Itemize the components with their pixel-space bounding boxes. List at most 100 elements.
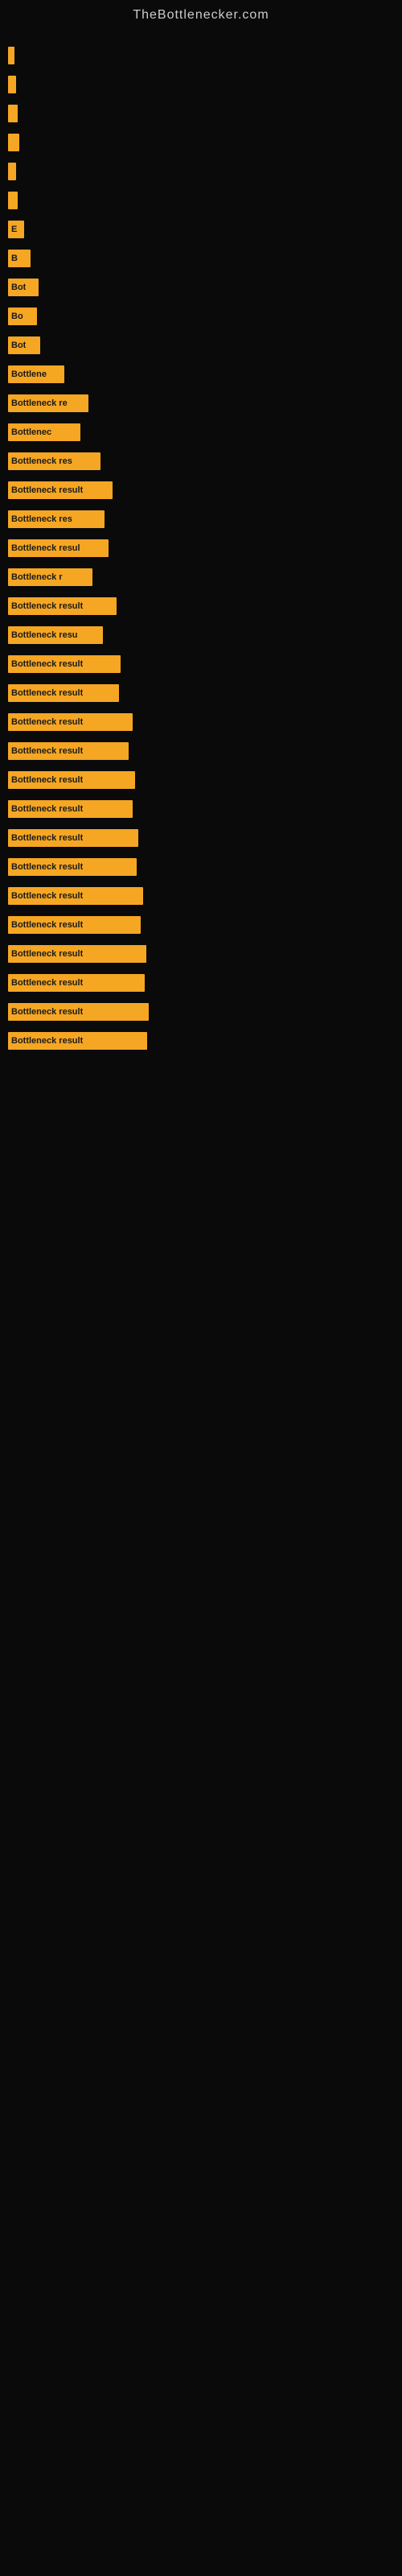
bar-row: Bottleneck res <box>8 506 402 532</box>
bar-row: Bottleneck result <box>8 796 402 822</box>
bar-row: Bottleneck result <box>8 912 402 938</box>
bar: E <box>8 221 24 238</box>
bar-row: Bottleneck result <box>8 941 402 967</box>
bar-row: Bottleneck r <box>8 564 402 590</box>
bar: Bottleneck result <box>8 974 145 992</box>
bar-row: Bottleneck result <box>8 593 402 619</box>
bar: Bottleneck result <box>8 771 135 789</box>
bar-row: Bot <box>8 332 402 358</box>
bar-label: Bottlene <box>11 369 47 379</box>
bar-row: Bottleneck result <box>8 999 402 1025</box>
bar <box>8 192 18 209</box>
bar-row: Bottleneck result <box>8 767 402 793</box>
bar-label: Bottleneck result <box>11 688 83 698</box>
bars-container: E B Bot Bo Bot Bottlene Bottleneck re Bottlenec… <box>0 27 402 1065</box>
bar-row: Bottleneck result <box>8 1028 402 1054</box>
site-title: TheBottlenecker.com <box>0 0 402 27</box>
bar-row: Bot <box>8 275 402 300</box>
bar <box>8 105 18 122</box>
bar <box>8 76 16 93</box>
bar-row <box>8 188 402 213</box>
bar-label: Bottleneck result <box>11 601 83 611</box>
bar-row: Bottleneck resul <box>8 535 402 561</box>
bar <box>8 163 16 180</box>
bar-row: Bottleneck result <box>8 651 402 677</box>
bar: Bottleneck result <box>8 887 143 905</box>
bar-label: Bottleneck result <box>11 1007 83 1017</box>
bar-label: Bottleneck resu <box>11 630 78 640</box>
bar-label: Bottleneck result <box>11 949 83 959</box>
bar-row: Bottleneck result <box>8 854 402 880</box>
bar-label: B <box>11 254 18 263</box>
bar: Bot <box>8 336 40 354</box>
bar-row: Bottleneck result <box>8 709 402 735</box>
bar-row <box>8 72 402 97</box>
bar-label: Bottleneck result <box>11 659 83 669</box>
bar: Bottleneck result <box>8 713 133 731</box>
bar-row: Bottleneck resu <box>8 622 402 648</box>
bar: Bottleneck result <box>8 916 141 934</box>
bar-label: Bottleneck r <box>11 572 63 582</box>
bar-label: Bot <box>11 283 26 292</box>
bar: Bottleneck result <box>8 684 119 702</box>
bar-label: Bottleneck result <box>11 891 83 901</box>
bar-row: Bottleneck result <box>8 738 402 764</box>
bar-row: Bo <box>8 303 402 329</box>
bar-label: Bottleneck resul <box>11 543 80 553</box>
bar <box>8 134 19 151</box>
bar: Bottleneck result <box>8 1003 149 1021</box>
bar-row: Bottlene <box>8 361 402 387</box>
bar: Bottleneck resul <box>8 539 109 557</box>
bar-label: Bottleneck result <box>11 978 83 988</box>
bar: Bottleneck resu <box>8 626 103 644</box>
bar: Bottleneck result <box>8 945 146 963</box>
bar: Bottleneck result <box>8 858 137 876</box>
bar-row: Bottleneck re <box>8 390 402 416</box>
bar-label: E <box>11 225 17 234</box>
bar-label: Bot <box>11 341 26 350</box>
bar-label: Bottlenec <box>11 427 51 437</box>
bar-row: E <box>8 217 402 242</box>
bar-row <box>8 130 402 155</box>
bar-row <box>8 159 402 184</box>
bar: Bottleneck result <box>8 1032 147 1050</box>
bar-label: Bottleneck result <box>11 717 83 727</box>
bar-row: B <box>8 246 402 271</box>
bar-label: Bottleneck res <box>11 456 72 466</box>
bar-label: Bottleneck result <box>11 485 83 495</box>
bar: Bottlene <box>8 365 64 383</box>
bar: Bottleneck result <box>8 800 133 818</box>
bar-label: Bottleneck result <box>11 804 83 814</box>
bar-label: Bo <box>11 312 23 321</box>
bar-label: Bottleneck result <box>11 775 83 785</box>
bar-row: Bottleneck res <box>8 448 402 474</box>
bar-row: Bottleneck result <box>8 825 402 851</box>
bar: Bottleneck result <box>8 481 113 499</box>
bar <box>8 47 14 64</box>
bar: Bottleneck result <box>8 829 138 847</box>
bar: Bottleneck result <box>8 597 117 615</box>
bar-label: Bottleneck result <box>11 920 83 930</box>
bar: Bottleneck res <box>8 452 100 470</box>
bar: Bottleneck re <box>8 394 88 412</box>
bar-label: Bottleneck result <box>11 833 83 843</box>
bar-label: Bottleneck res <box>11 514 72 524</box>
bar-label: Bottleneck re <box>11 398 68 408</box>
bar: Bottleneck result <box>8 655 121 673</box>
bar-label: Bottleneck result <box>11 862 83 872</box>
bar-label: Bottleneck result <box>11 1036 83 1046</box>
bar-row: Bottlenec <box>8 419 402 445</box>
bar-label: Bottleneck result <box>11 746 83 756</box>
bar: Bot <box>8 279 39 296</box>
bar-row: Bottleneck result <box>8 883 402 909</box>
bar-row: Bottleneck result <box>8 970 402 996</box>
bar: Bottleneck res <box>8 510 105 528</box>
bar: Bottlenec <box>8 423 80 441</box>
bar: Bottleneck r <box>8 568 92 586</box>
bar-row: Bottleneck result <box>8 477 402 503</box>
bar: Bottleneck result <box>8 742 129 760</box>
bar-row <box>8 101 402 126</box>
bar-row <box>8 43 402 68</box>
bar: Bo <box>8 308 37 325</box>
bar: B <box>8 250 31 267</box>
